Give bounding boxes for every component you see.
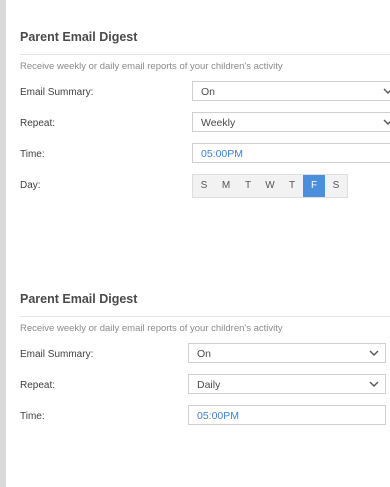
time-row: Time: 05:00PM <box>20 143 390 165</box>
time-input[interactable]: 05:00PM <box>188 405 386 425</box>
day-option-tuesday[interactable]: T <box>237 175 259 197</box>
chevron-down-icon <box>369 350 379 356</box>
day-picker: S M T W T F S <box>192 174 348 198</box>
time-row: Time: 05:00PM <box>20 405 390 427</box>
day-option-thursday[interactable]: T <box>281 175 303 197</box>
panel-title: Parent Email Digest <box>20 30 138 44</box>
day-option-monday[interactable]: M <box>215 175 237 197</box>
repeat-row: Repeat: Daily <box>20 374 390 396</box>
email-summary-value: On <box>197 348 212 360</box>
day-label: Day: <box>20 180 41 191</box>
chevron-down-icon <box>369 381 379 387</box>
day-option-sunday[interactable]: S <box>193 175 215 197</box>
chevron-down-icon <box>383 88 390 94</box>
panel-description: Receive weekly or daily email reports of… <box>20 54 390 72</box>
digest-panel-daily: Parent Email Digest Receive weekly or da… <box>20 292 390 427</box>
email-summary-select[interactable]: On <box>192 81 390 101</box>
chevron-down-icon <box>383 119 390 125</box>
day-row: Day: S M T W T F S <box>20 174 390 198</box>
repeat-select[interactable]: Weekly <box>192 112 390 132</box>
repeat-label: Repeat: <box>20 380 56 391</box>
email-summary-value: On <box>201 86 216 98</box>
day-option-saturday[interactable]: S <box>325 175 347 197</box>
email-summary-label: Email Summary: <box>20 87 94 98</box>
email-summary-select[interactable]: On <box>188 343 386 363</box>
email-summary-label: Email Summary: <box>20 349 94 360</box>
repeat-value: Weekly <box>201 117 236 129</box>
digest-panel-weekly: Parent Email Digest Receive weekly or da… <box>20 30 390 198</box>
time-value: 05:00PM <box>197 410 240 422</box>
day-option-friday[interactable]: F <box>303 175 325 197</box>
time-label: Time: <box>20 411 45 422</box>
time-value: 05:00PM <box>201 148 244 160</box>
email-summary-row: Email Summary: On <box>20 81 390 103</box>
repeat-value: Daily <box>197 379 221 391</box>
day-option-wednesday[interactable]: W <box>259 175 281 197</box>
left-border-strip <box>0 0 6 487</box>
time-input[interactable]: 05:00PM <box>192 143 390 163</box>
repeat-select[interactable]: Daily <box>188 374 386 394</box>
email-summary-row: Email Summary: On <box>20 343 390 365</box>
repeat-label: Repeat: <box>20 118 56 129</box>
panel-description: Receive weekly or daily email reports of… <box>20 316 390 334</box>
time-label: Time: <box>20 149 45 160</box>
repeat-row: Repeat: Weekly <box>20 112 390 134</box>
panel-title: Parent Email Digest <box>20 292 138 306</box>
